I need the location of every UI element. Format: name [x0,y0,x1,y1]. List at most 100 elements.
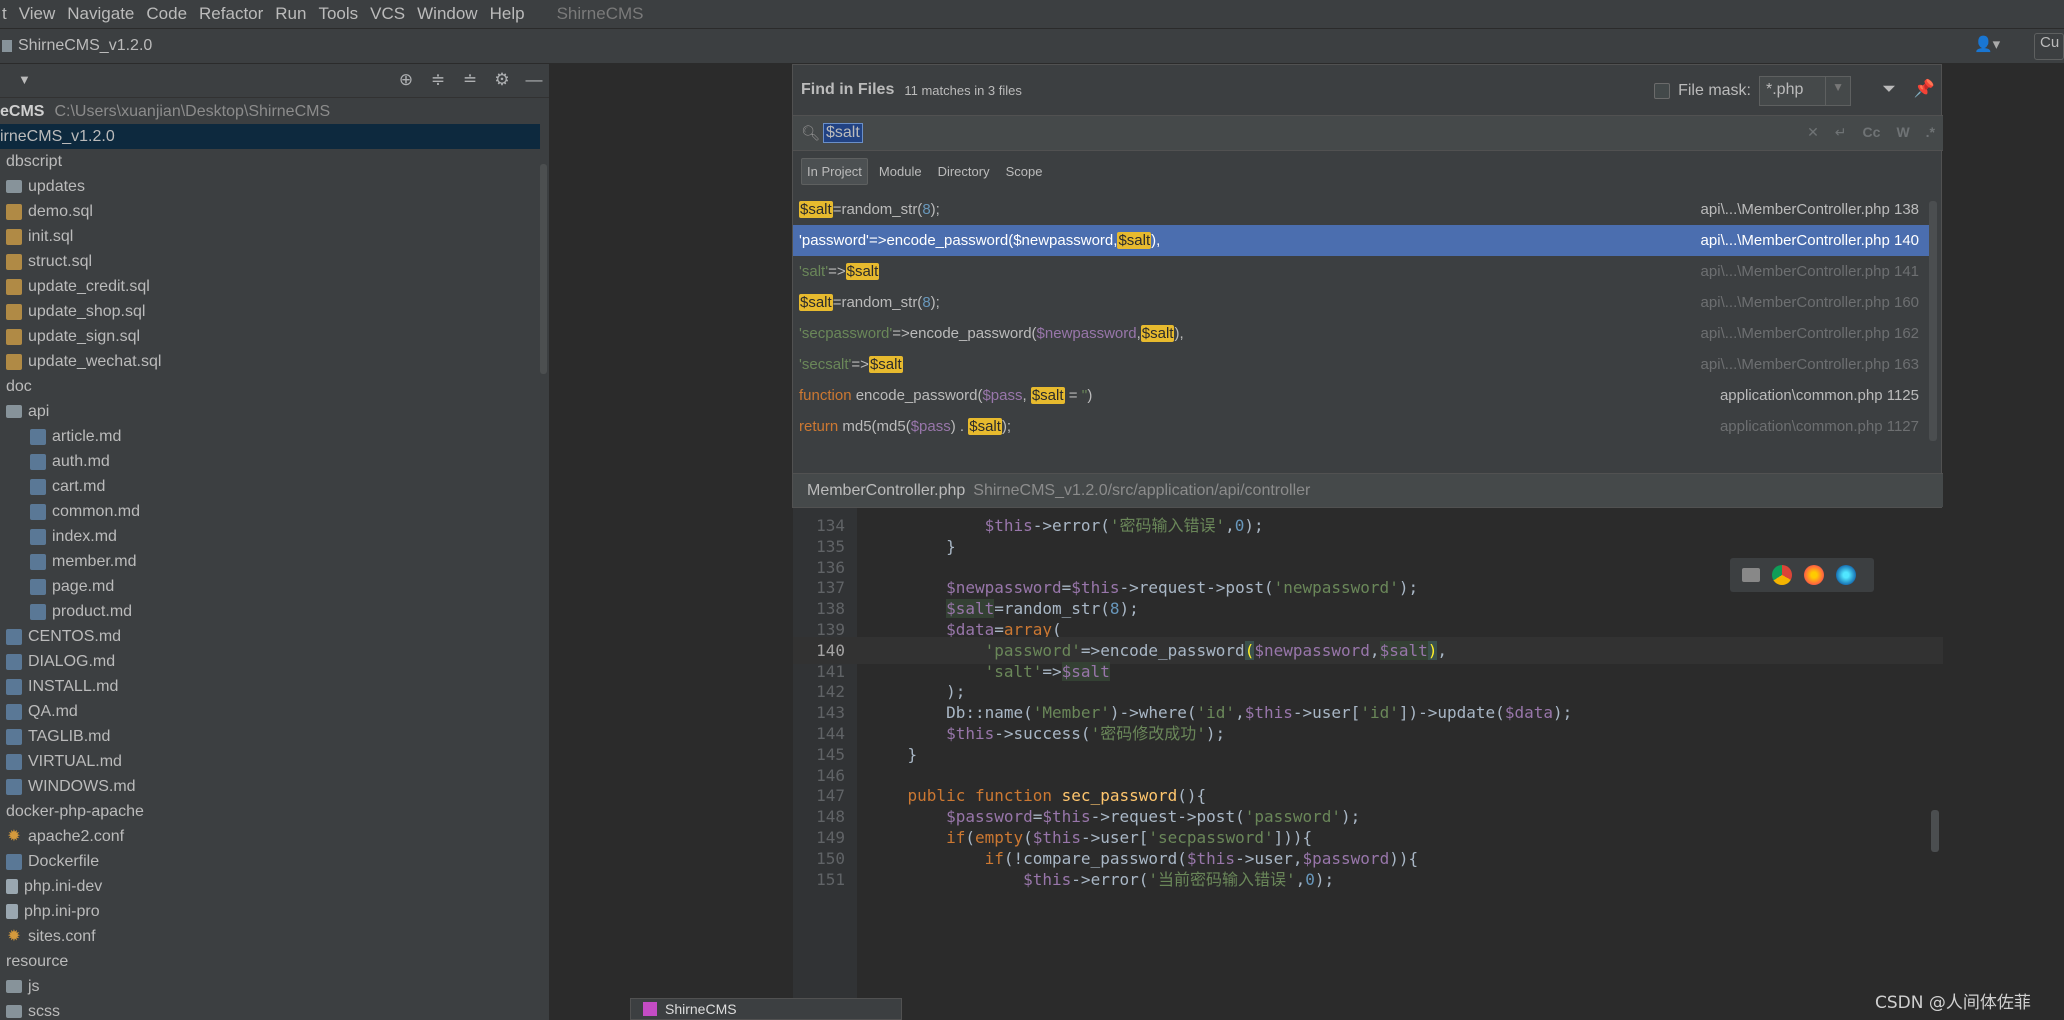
locate-icon[interactable]: ⊕ [397,70,415,90]
newline-icon[interactable]: ↵ [1835,124,1847,141]
tree-row[interactable]: update_wechat.sql [0,349,540,374]
result-row[interactable]: 'secsalt'=>$salt api\...\MemberController… [793,349,1931,380]
tree-row[interactable]: php.ini-pro [0,899,540,924]
scope-in-project[interactable]: In Project [801,157,868,185]
search-input[interactable]: $salt [823,123,863,143]
tree-row[interactable]: WINDOWS.md [0,774,540,799]
tree-row-label: VIRTUAL.md [28,753,122,770]
user-icon[interactable]: 👤▾ [1974,35,2010,57]
file-mask-combo[interactable]: *.php ▼ [1759,76,1851,106]
run-config-button[interactable]: Cu [2034,33,2064,60]
tree-row[interactable]: page.md [0,574,540,599]
expand-all-icon[interactable]: ≑ [429,70,447,90]
tree-row[interactable]: update_sign.sql [0,324,540,349]
result-row[interactable]: 'secpassword'=>encode_password($newpassw… [793,318,1931,349]
menu-item-t[interactable]: t [0,4,13,24]
result-row[interactable]: $salt=random_str(8); api\...\MemberContro… [793,194,1931,225]
tree-row[interactable]: ✹ sites.conf [0,924,540,949]
result-row[interactable]: $salt=random_str(8); api\...\MemberContro… [793,287,1931,318]
tree-row[interactable]: VIRTUAL.md [0,749,540,774]
result-snippet: function encode_password($pass, $salt = … [799,380,1092,411]
chevron-down-icon[interactable]: ▼ [1832,80,1844,94]
search-icon[interactable]: 🔍︎ [801,124,823,142]
tree-row[interactable]: cart.md [0,474,540,499]
tree-row-label: dbscript [6,153,63,170]
whole-words-toggle[interactable]: W [1896,124,1909,141]
tree-row[interactable]: QA.md [0,699,540,724]
menu-item-vcs[interactable]: VCS [364,4,411,24]
tree-row[interactable]: doc [0,374,540,399]
menu-item-run[interactable]: Run [269,4,312,24]
chrome-icon[interactable] [1772,565,1792,585]
menu-item-window[interactable]: Window [411,4,483,24]
scope-directory[interactable]: Directory [933,159,995,184]
tree-row[interactable]: resource [0,949,540,974]
breadcrumb[interactable]: ShirneCMS_v1.2.0 [0,37,152,55]
tree-row[interactable]: update_shop.sql [0,299,540,324]
collapse-all-icon[interactable]: ≐ [461,70,479,90]
menu-item-help[interactable]: Help [484,4,531,24]
tree-row[interactable]: scss [0,999,540,1020]
tree-row[interactable]: CENTOS.md [0,624,540,649]
pin-icon[interactable]: 📌 [1914,79,1935,99]
code-line[interactable]: 151 $this->error('当前密码输入错误',0); [793,866,1933,893]
hide-icon[interactable]: — [525,70,543,90]
menu-item-view[interactable]: View [13,4,62,24]
results-scrollbar[interactable] [1929,201,1937,441]
tree-row[interactable]: common.md [0,499,540,524]
snippet-token: 'salt' [799,263,829,280]
tree-row[interactable]: member.md [0,549,540,574]
result-row[interactable]: 'salt'=>$salt api\...\MemberController.ph… [793,256,1931,287]
tree-row[interactable]: init.sql [0,224,540,249]
breadcrumb-project[interactable]: ShirneCMS_v1.2.0 [18,37,152,55]
tree-row[interactable]: struct.sql [0,249,540,274]
result-row[interactable]: function encode_password($pass, $salt = … [793,380,1931,411]
menu-item-tools[interactable]: Tools [312,4,364,24]
tree-row-label: resource [6,953,69,970]
tree-scrollbar[interactable] [540,164,547,374]
match-case-toggle[interactable]: Cc [1863,124,1881,141]
tree-row[interactable]: index.md [0,524,540,549]
gear-icon[interactable]: ⚙ [493,70,511,90]
tree-row[interactable]: article.md [0,424,540,449]
filter-icon[interactable]: ⏷ [1882,79,1896,99]
snippet-token: => [851,356,869,373]
firefox-icon[interactable] [1804,565,1824,585]
clear-icon[interactable]: ✕ [1807,124,1819,141]
match-highlight: $salt [845,263,880,280]
tree-row[interactable]: php.ini-dev [0,874,540,899]
tree-row[interactable]: DIALOG.md [0,649,540,674]
edge-icon[interactable] [1836,565,1856,585]
view-dropdown-icon[interactable]: ▼ [18,72,31,87]
menu-item-code[interactable]: Code [140,4,193,24]
tree-row[interactable]: Dockerfile [0,849,540,874]
tree-row[interactable]: dbscript [0,149,540,174]
project-root-row[interactable]: eCMS C:\Users\xuanjian\Desktop\ShirneCMS [0,99,540,124]
tree-row[interactable]: demo.sql [0,199,540,224]
result-row[interactable]: $salt=random_str(8); index\...\MemberCont… [793,442,1931,444]
file-mask-checkbox[interactable] [1654,83,1671,99]
tree-row[interactable]: js [0,974,540,999]
menu-item-navigate[interactable]: Navigate [61,4,140,24]
tree-row[interactable]: auth.md [0,449,540,474]
tree-row[interactable]: irneCMS_v1.2.0 [0,124,540,149]
soft-wrap-icon[interactable] [1742,568,1760,582]
menu-item-refactor[interactable]: Refactor [193,4,269,24]
tree-row[interactable]: ✹ apache2.conf [0,824,540,849]
scope-module[interactable]: Module [874,159,927,184]
tree-row[interactable]: TAGLIB.md [0,724,540,749]
result-row[interactable]: return md5(md5($pass) . $salt); applicati… [793,411,1931,442]
regex-toggle[interactable]: .* [1926,124,1935,141]
tree-row[interactable]: product.md [0,599,540,624]
scope-scope[interactable]: Scope [1001,159,1048,184]
snippet-token: $pass [910,418,951,435]
snippet-token: ) . [950,418,969,435]
tree-row[interactable]: docker-php-apache [0,799,540,824]
result-row[interactable]: 'password'=>encode_password($newpassword… [793,225,1931,256]
tree-row[interactable]: api [0,399,540,424]
tree-row[interactable]: update_credit.sql [0,274,540,299]
taskbar-item[interactable]: ShirneCMS [630,998,902,1020]
tree-row[interactable]: INSTALL.md [0,674,540,699]
editor-scrollbar[interactable] [1931,810,1939,852]
tree-row[interactable]: updates [0,174,540,199]
